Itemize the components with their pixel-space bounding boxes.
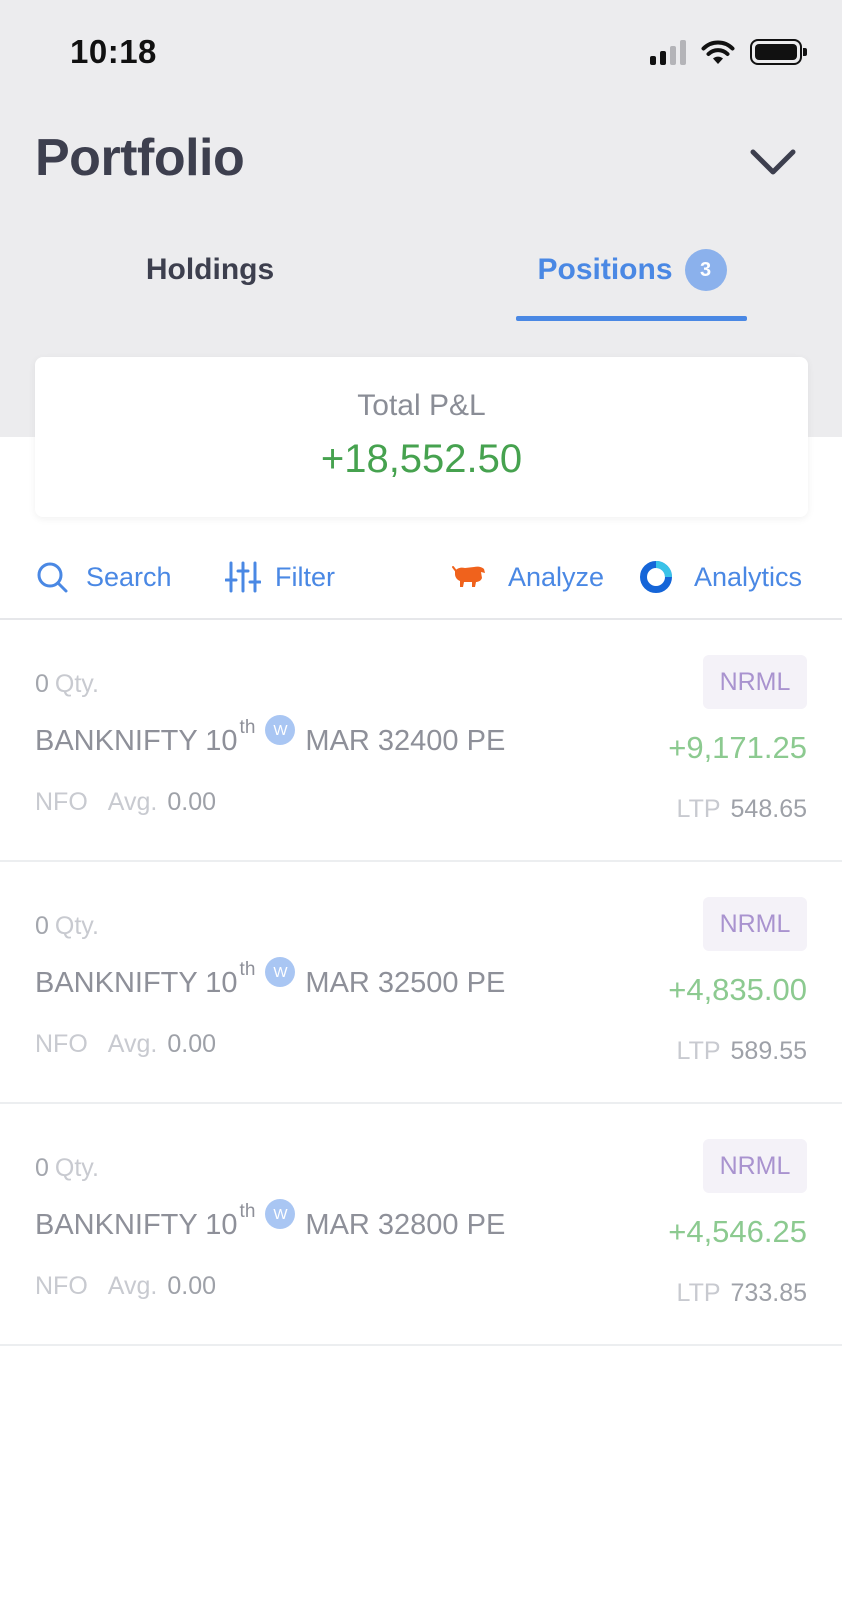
- search-label: Search: [86, 561, 172, 592]
- bull-icon: [452, 566, 485, 587]
- total-pnl-value: +18,552.50: [320, 437, 523, 481]
- positions-toolbar: Search Filter Analyze Analytics: [0, 540, 842, 620]
- position-meta: NFO Avg. 0.00: [35, 1030, 216, 1059]
- qty-unit: Qty.: [54, 670, 99, 698]
- total-pnl-label: Total P&L: [357, 389, 486, 422]
- position-pnl: +4,835.00: [668, 972, 807, 1007]
- position-ltp: LTP 733.85: [677, 1279, 807, 1308]
- avg-price: 0.00: [167, 1030, 217, 1058]
- instrument-name: BANKNIFTY 10th W MAR 32400 PE: [35, 715, 506, 758]
- avg-label: Avg.: [107, 788, 158, 816]
- tab-positions[interactable]: Positions 3: [517, 240, 747, 300]
- qty-unit: Qty.: [54, 912, 99, 940]
- chevron-down-icon: [750, 149, 796, 175]
- product-type-tag: NRML: [703, 655, 807, 709]
- ltp-label: LTP: [676, 1279, 721, 1307]
- ltp-label: LTP: [676, 1037, 721, 1065]
- expiry-ordinal: th: [239, 959, 256, 980]
- avg-label: Avg.: [107, 1030, 158, 1058]
- weekly-expiry-badge: W: [265, 1199, 296, 1229]
- ltp-value: 589.55: [730, 1037, 807, 1065]
- analyze-button[interactable]: Analyze: [452, 555, 604, 599]
- battery-icon: [750, 39, 807, 65]
- total-pnl-card: Total P&L +18,552.50: [35, 357, 808, 517]
- avg-price: 0.00: [167, 788, 217, 816]
- active-tab-indicator: [516, 316, 747, 321]
- position-qty: 0 Qty.: [35, 670, 99, 699]
- product-type-tag: NRML: [703, 1139, 807, 1193]
- tab-holdings[interactable]: Holdings: [120, 240, 300, 300]
- qty-value: 0: [35, 912, 49, 940]
- tab-positions-label: Positions: [537, 253, 673, 286]
- avg-price: 0.00: [167, 1272, 217, 1300]
- instrument-symbol: BANKNIFTY 10: [35, 725, 238, 757]
- instrument-symbol: BANKNIFTY 10: [35, 967, 238, 999]
- exchange: NFO: [35, 1030, 88, 1058]
- expiry-ordinal: th: [239, 717, 256, 738]
- ltp-value: 548.65: [730, 795, 807, 823]
- position-pnl: +4,546.25: [668, 1214, 807, 1249]
- status-time: 10:18: [70, 33, 157, 70]
- instrument-symbol: BANKNIFTY 10: [35, 1209, 238, 1241]
- exchange: NFO: [35, 1272, 88, 1300]
- position-row[interactable]: 0 Qty. BANKNIFTY 10th W MAR 32800 PE NFO Avg…: [0, 1104, 842, 1346]
- instrument-contract: MAR 32400 PE: [305, 725, 506, 757]
- status-bar: 10:18: [0, 0, 842, 100]
- instrument-name: BANKNIFTY 10th W MAR 32500 PE: [35, 957, 506, 1000]
- instrument-contract: MAR 32800 PE: [305, 1209, 506, 1241]
- page-title: Portfolio: [35, 129, 245, 187]
- qty-unit: Qty.: [54, 1154, 99, 1182]
- search-icon: [37, 562, 68, 593]
- weekly-expiry-badge: W: [265, 957, 296, 987]
- analytics-label: Analytics: [694, 561, 803, 592]
- positions-count-badge: 3: [684, 249, 727, 291]
- position-qty: 0 Qty.: [35, 912, 99, 941]
- qty-value: 0: [35, 1154, 49, 1182]
- position-meta: NFO Avg. 0.00: [35, 1272, 216, 1301]
- filter-sliders-icon: [225, 561, 261, 593]
- ltp-label: LTP: [676, 795, 721, 823]
- position-row[interactable]: 0 Qty. BANKNIFTY 10th W MAR 32400 PE NFO Avg…: [0, 620, 842, 862]
- filter-button[interactable]: Filter: [225, 555, 335, 599]
- exchange: NFO: [35, 788, 88, 816]
- product-type-tag: NRML: [703, 897, 807, 951]
- ltp-value: 733.85: [730, 1279, 807, 1307]
- weekly-expiry-badge: W: [265, 715, 296, 745]
- cellular-signal-icon: [650, 39, 686, 65]
- position-ltp: LTP 548.65: [677, 795, 807, 824]
- position-pnl: +9,171.25: [668, 730, 807, 765]
- expiry-ordinal: th: [239, 1201, 256, 1222]
- tab-holdings-label: Holdings: [145, 253, 275, 286]
- position-qty: 0 Qty.: [35, 1154, 99, 1183]
- search-button[interactable]: Search: [35, 555, 172, 599]
- filter-label: Filter: [275, 561, 335, 592]
- account-dropdown-button[interactable]: [745, 140, 801, 184]
- wifi-icon: [701, 40, 735, 64]
- instrument-contract: MAR 32500 PE: [305, 967, 506, 999]
- instrument-name: BANKNIFTY 10th W MAR 32800 PE: [35, 1199, 506, 1242]
- position-meta: NFO Avg. 0.00: [35, 788, 216, 817]
- position-row[interactable]: 0 Qty. BANKNIFTY 10th W MAR 32500 PE NFO Avg…: [0, 862, 842, 1104]
- analyze-label: Analyze: [508, 561, 605, 592]
- status-icons: [650, 38, 807, 66]
- analytics-ring-icon: [640, 561, 672, 593]
- avg-label: Avg.: [107, 1272, 158, 1300]
- analytics-button[interactable]: Analytics: [638, 555, 802, 599]
- qty-value: 0: [35, 670, 49, 698]
- position-ltp: LTP 589.55: [677, 1037, 807, 1066]
